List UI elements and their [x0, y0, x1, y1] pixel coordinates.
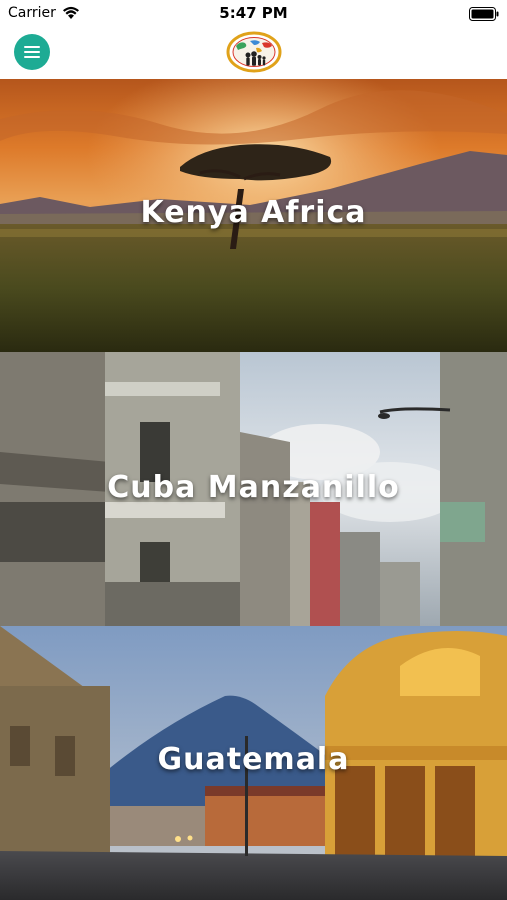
destination-label-guatemala: Guatemala: [157, 742, 350, 777]
hamburger-menu-icon-line: [24, 56, 40, 58]
hamburger-menu-icon-line: [24, 51, 40, 53]
status-time: 5:47 PM: [219, 4, 288, 22]
battery-icon: [469, 7, 499, 21]
destination-label-kenya: Kenya Africa: [140, 195, 367, 230]
destination-card-guatemala[interactable]: Guatemala: [0, 626, 507, 900]
destination-card-kenya[interactable]: Kenya Africa: [0, 79, 507, 352]
menu-button[interactable]: [14, 34, 50, 70]
hamburger-menu-icon: [24, 46, 40, 48]
nav-bar: [0, 28, 507, 78]
app-logo: [226, 31, 282, 73]
status-bar: Carrier 5:47 PM: [0, 0, 507, 28]
destination-label-cuba: Cuba Manzanillo: [107, 470, 400, 505]
destination-card-cuba[interactable]: Cuba Manzanillo: [0, 352, 507, 626]
